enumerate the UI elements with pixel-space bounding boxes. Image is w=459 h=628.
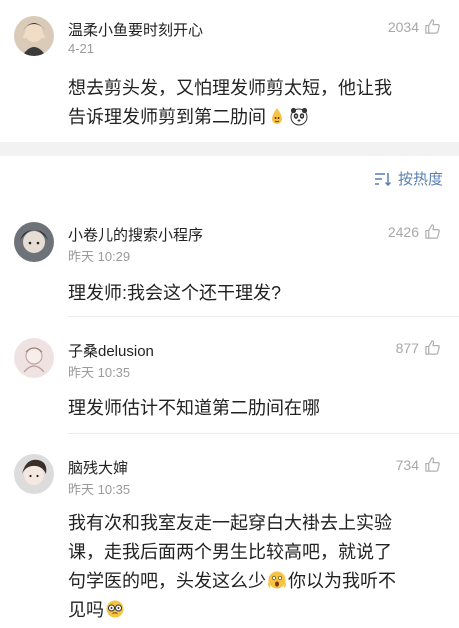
section-divider (0, 142, 459, 156)
comment-text-line-3: 句学医的吧，头发这么少 你以为我听不 (68, 567, 448, 596)
thumbs-up-icon (425, 19, 440, 34)
comment-author-name[interactable]: 小卷儿的搜索小程序 (68, 224, 203, 245)
comment-text: 理发师:我会这个还干理发? (68, 283, 282, 303)
comment-text-line-3-part-1: 句学医的吧，头发这么少 (68, 571, 266, 591)
comment-text-line-4-content: 见吗 (68, 600, 104, 620)
comment-text-line-2: 课，走我后面两个男生比较高吧，就说了 (68, 542, 392, 562)
post-date: 4-21 (68, 41, 95, 56)
comment-author-avatar[interactable] (14, 222, 54, 262)
comment-text-line-4: 见吗 (68, 596, 448, 625)
sort-label: 按热度 (397, 171, 443, 188)
sort-lines-icon (374, 172, 392, 186)
comment-text-line-3-part-2: 你以为我听不 (288, 571, 396, 591)
main-post: 温柔小鱼要时刻开心 4-21 2034 想去剪头发，又怕理发师剪太短，他让我 告… (0, 0, 459, 142)
comment-author-name[interactable]: 子桑delusion (68, 340, 154, 361)
post-author-avatar[interactable] (14, 16, 54, 56)
post-text: 想去剪头发，又怕理发师剪太短，他让我 告诉理发师剪到第二肋间 (68, 74, 448, 132)
sweat-drop-emoji-icon (272, 108, 282, 124)
screaming-face-emoji-icon (268, 571, 286, 589)
comment-text: 理发师估计不知道第二肋间在哪 (68, 398, 320, 418)
sort-by-hot-button[interactable]: 按热度 (374, 168, 443, 189)
comment-like-button[interactable]: 877 (396, 339, 441, 356)
comment-text-line-1: 我有次和我室友走一起穿白大褂去上实验 (68, 513, 392, 533)
comment-time: 昨天 10:35 (68, 482, 131, 497)
post-author-name[interactable]: 温柔小鱼要时刻开心 (68, 19, 203, 40)
panda-emoji-icon (290, 107, 308, 126)
comment-author-avatar[interactable] (14, 454, 54, 494)
comment-author-name[interactable]: 脑残大婶 (68, 457, 128, 478)
comment-like-count: 2426 (387, 223, 419, 240)
thumbs-up-icon (425, 340, 440, 355)
thumbs-up-icon (425, 457, 440, 472)
comment-like-button[interactable]: 734 (396, 456, 441, 473)
comment-text: 我有次和我室友走一起穿白大褂去上实验 课，走我后面两个男生比较高吧，就说了 句学… (68, 509, 448, 625)
post-text-line-2-content: 告诉理发师剪到第二肋间 (68, 107, 266, 127)
post-like-count: 2034 (387, 18, 419, 35)
comment-like-count: 734 (395, 456, 419, 473)
thumbs-up-icon (425, 224, 440, 239)
comment-time: 昨天 10:29 (68, 249, 131, 264)
comment-author-avatar[interactable] (14, 338, 54, 378)
post-like-button[interactable]: 2034 (388, 18, 441, 35)
post-text-line-2: 告诉理发师剪到第二肋间 (68, 103, 448, 132)
post-text-line-1: 想去剪头发，又怕理发师剪太短，他让我 (68, 78, 392, 98)
comment-like-button[interactable]: 2426 (388, 223, 441, 240)
comment-like-count: 877 (395, 339, 419, 356)
comment-time: 昨天 10:35 (68, 365, 131, 380)
glasses-face-emoji-icon (106, 600, 124, 618)
comment-separator (68, 316, 459, 317)
comment-separator (68, 433, 459, 434)
